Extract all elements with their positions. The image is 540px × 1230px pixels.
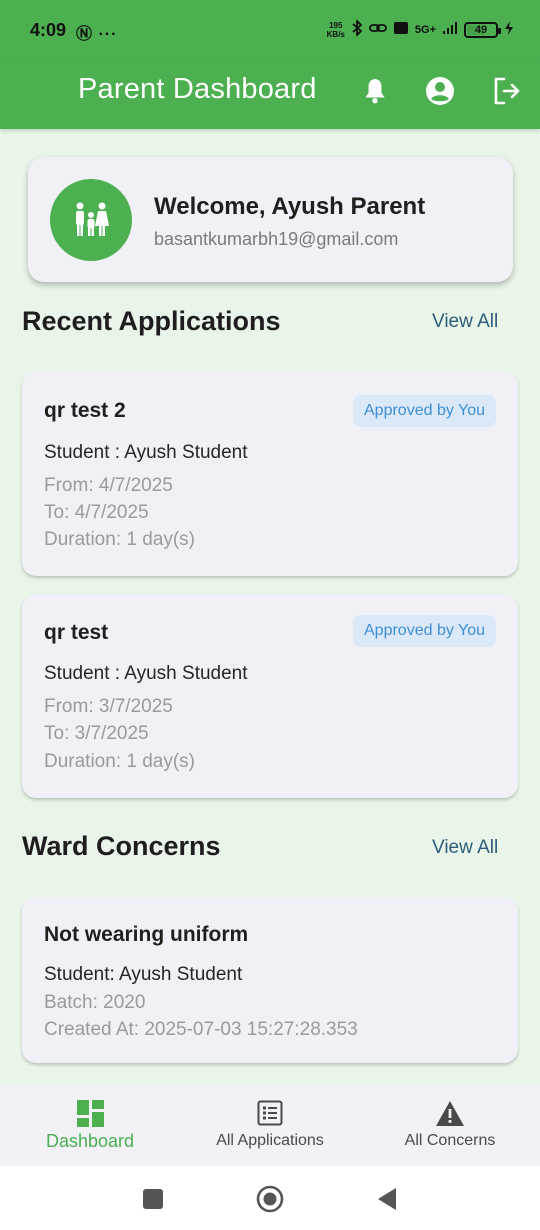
application-duration: Duration: 1 day(s)	[44, 529, 196, 550]
recent-applications-title: Recent Applications	[22, 306, 281, 336]
recent-applications-view-all-link[interactable]: View All	[432, 311, 498, 333]
application-card[interactable]: qr test Approved by You Student : Ayush …	[22, 594, 518, 798]
application-to: To: 3/7/2025	[44, 723, 149, 744]
network-speed-unit: KB/s	[326, 29, 345, 39]
nav-label-dashboard: Dashboard	[45, 1131, 135, 1151]
system-navigation-bar	[0, 1166, 540, 1230]
application-card[interactable]: qr test 2 Approved by You Student : Ayus…	[22, 372, 518, 576]
status-time: 4:09	[30, 20, 67, 40]
application-from: From: 4/7/2025	[44, 475, 173, 496]
concern-created-at: Created At: 2025-07-03 15:27:28.353	[44, 1019, 358, 1040]
concern-student: Student: Ayush Student	[44, 964, 243, 985]
battery-icon: 49	[464, 21, 501, 38]
recent-apps-icon[interactable]	[138, 1184, 168, 1214]
account-circle-icon[interactable]	[425, 76, 455, 106]
nav-item-all-applications[interactable]: All Applications	[180, 1086, 360, 1166]
charging-icon	[504, 20, 514, 39]
application-student: Student : Ayush Student	[44, 442, 248, 463]
welcome-card: Welcome, Ayush Parent basantkumarbh19@gm…	[28, 157, 513, 282]
nav-label-all-concerns: All Concerns	[404, 1132, 496, 1149]
app-title: Parent Dashboard	[78, 73, 317, 105]
bluetooth-icon	[351, 18, 363, 39]
home-icon[interactable]	[255, 1184, 285, 1214]
application-title: qr test 2	[44, 399, 126, 422]
family-icon	[50, 179, 132, 261]
status-badge: Approved by You	[353, 615, 496, 647]
signal-icon	[442, 21, 458, 38]
logout-icon[interactable]	[492, 76, 522, 106]
status-right-icons: 195 KB/s 5G+ 49	[327, 18, 514, 39]
application-to: To: 4/7/2025	[44, 502, 149, 523]
list-icon	[255, 1098, 285, 1128]
status-bar: 4:09 Ⓝ ··· 195 KB/s 5G+ 49	[0, 0, 540, 62]
concern-title: Not wearing uniform	[44, 923, 249, 946]
app-bar: Parent Dashboard	[0, 62, 540, 129]
nav-label-all-applications: All Applications	[216, 1132, 324, 1149]
ward-concerns-title: Ward Concerns	[22, 831, 221, 861]
network-speed-value: 195	[329, 20, 343, 30]
notification-icons: Ⓝ ···	[76, 26, 118, 43]
welcome-name: Welcome, Ayush Parent	[154, 193, 426, 220]
back-icon[interactable]	[372, 1184, 402, 1214]
application-student: Student : Ayush Student	[44, 663, 248, 684]
welcome-email: basantkumarbh19@gmail.com	[154, 229, 399, 249]
application-from: From: 3/7/2025	[44, 696, 173, 717]
link-icon	[368, 21, 387, 38]
application-duration: Duration: 1 day(s)	[44, 751, 196, 772]
dashboard-icon	[75, 1098, 105, 1128]
status-badge: Approved by You	[353, 395, 496, 427]
nav-item-dashboard[interactable]: Dashboard	[0, 1086, 180, 1166]
application-title: qr test	[44, 621, 109, 644]
network-type: 5G+	[414, 23, 436, 36]
warning-icon	[435, 1098, 465, 1128]
volte-icon	[393, 21, 409, 38]
ward-concerns-view-all-link[interactable]: View All	[432, 837, 498, 859]
battery-level: 49	[474, 23, 488, 36]
concern-card[interactable]: Not wearing uniform Student: Ayush Stude…	[22, 897, 518, 1063]
bell-icon[interactable]	[360, 76, 390, 106]
bottom-navigation: Dashboard All Applications All Concerns	[0, 1086, 540, 1166]
concern-batch: Batch: 2020	[44, 992, 146, 1013]
nav-item-all-concerns[interactable]: All Concerns	[360, 1086, 540, 1166]
network-speed: 195 KB/s	[327, 21, 345, 39]
